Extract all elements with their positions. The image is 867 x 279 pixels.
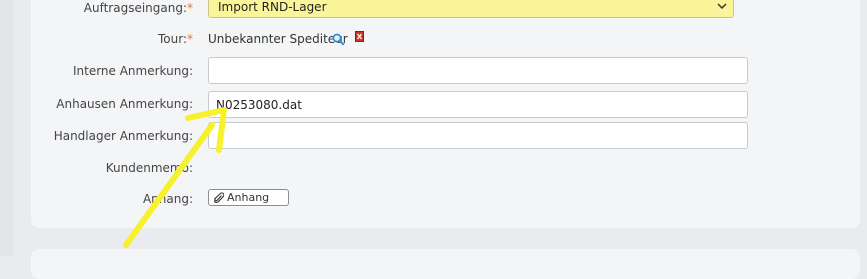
order-entry-label: Auftragseingang:* (84, 0, 193, 16)
handlager-note-field[interactable] (208, 122, 748, 149)
order-entry-select[interactable]: Import RND-Lager (208, 0, 734, 18)
attachment-label: Anhang: (142, 192, 193, 206)
attachment-button-label: Anhang (227, 191, 270, 204)
next-card (31, 249, 860, 279)
anhausen-note-field[interactable]: N0253080.dat (208, 91, 748, 118)
anhausen-note-value: N0253080.dat (216, 98, 302, 112)
internal-note-label: Interne Anmerkung: (72, 64, 193, 78)
anhausen-note-label: Anhausen Anmerkung: (56, 97, 193, 111)
order-entry-label-text: Auftragseingang: (83, 1, 187, 15)
required-mark: * (187, 32, 193, 46)
order-entry-selected-value: Import RND-Lager (218, 0, 327, 14)
handlager-note-label: Handlager Anmerkung: (53, 129, 193, 143)
tour-value: Unbekannter Spediteur (208, 32, 348, 46)
paperclip-icon (214, 192, 224, 203)
customer-memo-label: Kundenmemo: (105, 161, 193, 175)
search-icon[interactable] (332, 33, 345, 46)
attachment-button[interactable]: Anhang (208, 189, 289, 206)
left-strip (0, 0, 14, 256)
tour-label: Tour:* (158, 31, 193, 47)
tour-label-text: Tour: (157, 32, 187, 46)
required-mark: * (187, 1, 193, 15)
internal-note-field[interactable] (208, 57, 748, 84)
chevron-down-icon (717, 3, 727, 10)
delete-icon[interactable] (355, 31, 364, 42)
